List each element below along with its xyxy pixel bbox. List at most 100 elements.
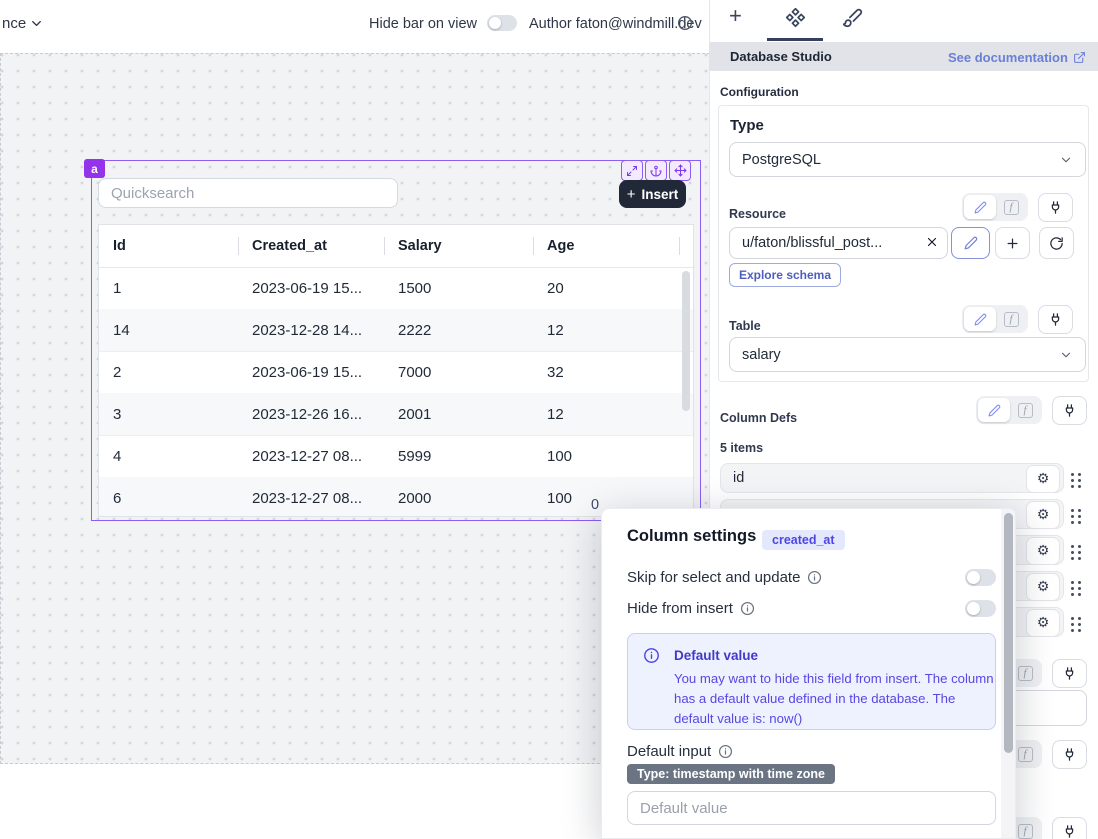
database-table: Id Created_at Salary Age 1 2023-06-19 15… [98, 224, 694, 517]
cell-salary: 5999 [384, 435, 533, 477]
expand-component-button[interactable] [621, 160, 643, 181]
drag-handle[interactable] [1071, 581, 1081, 596]
column-settings-gear-button[interactable]: ⚙ [1026, 501, 1060, 529]
static-mode-button[interactable] [978, 398, 1010, 422]
pencil-icon [974, 313, 987, 326]
gear-icon: ⚙ [1037, 579, 1050, 595]
info-icon[interactable] [740, 601, 755, 616]
connect-input-button[interactable] [1052, 659, 1087, 688]
type-label: Type [730, 117, 764, 134]
eval-mode-button[interactable]: f [996, 312, 1026, 327]
tab-component-settings[interactable] [785, 7, 806, 28]
info-icon[interactable] [807, 570, 822, 585]
cell-created-at: 2023-06-19 15... [238, 351, 384, 393]
external-link-icon [1073, 51, 1086, 64]
add-resource-button[interactable] [995, 227, 1030, 259]
hide-bar-toggle[interactable] [487, 15, 517, 31]
connect-input-button[interactable] [1052, 817, 1087, 839]
type-select[interactable]: PostgreSQL [729, 142, 1086, 177]
columndefs-mode-segmented: f [976, 396, 1042, 424]
column-defs-label: Column Defs [720, 411, 797, 425]
panel-header: Database Studio See documentation [709, 42, 1098, 71]
hide-from-insert-toggle[interactable] [965, 600, 996, 617]
pencil-icon [974, 201, 987, 214]
drag-handle[interactable] [1071, 617, 1081, 632]
component-type-title: Database Studio [730, 49, 832, 64]
table-row[interactable]: 14 2023-12-28 14... 2222 12 [99, 309, 693, 352]
hide-from-insert-row: Hide from insert [627, 600, 755, 617]
drag-handle[interactable] [1071, 473, 1081, 488]
default-input-row: Default input [627, 743, 733, 760]
cell-salary: 7000 [384, 351, 533, 393]
column-header-id[interactable]: Id [99, 225, 238, 267]
skip-select-update-toggle[interactable] [965, 569, 996, 586]
static-mode-button[interactable] [964, 195, 996, 219]
plug-icon [1062, 403, 1077, 418]
table-row[interactable]: 3 2023-12-26 16... 2001 12 [99, 393, 693, 436]
eval-mode-button[interactable]: f [996, 200, 1026, 215]
pencil-icon [964, 236, 978, 250]
tab-insert-component[interactable]: + [729, 3, 742, 29]
app-name-truncated[interactable]: nce [2, 15, 26, 32]
expand-icon [626, 165, 638, 177]
eval-mode-button[interactable]: f [1010, 403, 1040, 418]
cell-created-at: 2023-12-26 16... [238, 393, 384, 435]
info-icon[interactable] [718, 744, 733, 759]
tab-styling[interactable] [842, 7, 863, 28]
drag-handle[interactable] [1071, 509, 1081, 524]
explore-schema-button[interactable]: Explore schema [729, 263, 841, 287]
column-settings-gear-button[interactable]: ⚙ [1026, 537, 1060, 565]
default-value-info-box: Default value You may want to hide this … [627, 633, 996, 730]
modal-scrollbar[interactable] [1004, 513, 1013, 753]
columndefs-connect-button[interactable] [1052, 396, 1087, 425]
table-row[interactable]: 4 2023-12-27 08... 5999 100 [99, 435, 693, 478]
table-row[interactable]: 1 2023-06-19 15... 1500 20 [99, 267, 693, 310]
function-icon: f [1018, 824, 1033, 839]
gear-icon: ⚙ [1037, 471, 1050, 487]
cell-age: 12 [533, 393, 679, 435]
column-header-age[interactable]: Age [533, 225, 679, 267]
column-settings-modal: Column settings created_at Skip for sele… [601, 508, 1016, 839]
pagination-count: 0 [591, 497, 599, 513]
resource-input[interactable] [729, 227, 948, 259]
default-value-input[interactable] [627, 791, 996, 825]
modal-title: Column settings [627, 527, 756, 546]
column-settings-gear-button[interactable]: ⚙ [1026, 465, 1060, 493]
cell-age: 20 [533, 267, 679, 309]
connect-input-button[interactable] [1052, 740, 1087, 769]
plug-icon [1048, 312, 1063, 327]
component-id-badge[interactable]: a [84, 159, 105, 178]
column-item-id[interactable]: id [720, 463, 1064, 493]
plus-icon: + [627, 186, 636, 203]
column-settings-gear-button[interactable]: ⚙ [1026, 573, 1060, 601]
column-header-created-at[interactable]: Created_at [238, 225, 384, 267]
plug-icon [1062, 747, 1077, 762]
refresh-resource-button[interactable] [1039, 227, 1074, 259]
static-mode-button[interactable] [964, 307, 996, 331]
clear-resource-icon[interactable] [925, 235, 939, 249]
see-documentation-link[interactable]: See documentation [948, 50, 1086, 65]
components-icon [785, 7, 806, 28]
drag-handle[interactable] [1071, 545, 1081, 560]
table-label: Table [729, 319, 761, 333]
pencil-icon [988, 404, 1001, 417]
column-settings-gear-button[interactable]: ⚙ [1026, 609, 1060, 637]
anchor-component-button[interactable] [645, 160, 667, 181]
table-header-row: Id Created_at Salary Age [99, 225, 693, 268]
cell-created-at: 2023-12-27 08... [238, 477, 384, 517]
function-icon: f [1018, 666, 1033, 681]
table-row[interactable]: 2 2023-06-19 15... 7000 32 [99, 351, 693, 394]
resource-connect-button[interactable] [1038, 193, 1073, 222]
cell-age: 100 [533, 435, 679, 477]
table-select[interactable]: salary [729, 337, 1086, 372]
quicksearch-input[interactable] [98, 178, 398, 208]
move-component-button[interactable] [669, 160, 691, 181]
table-connect-button[interactable] [1038, 305, 1073, 334]
author-info-icon[interactable] [677, 15, 693, 31]
table-scrollbar[interactable] [682, 271, 690, 411]
chevron-down-icon[interactable] [29, 16, 44, 31]
insert-row-button[interactable]: + Insert [619, 180, 686, 208]
edit-resource-button[interactable] [951, 227, 990, 259]
column-header-salary[interactable]: Salary [384, 225, 533, 267]
plug-icon [1062, 824, 1077, 839]
